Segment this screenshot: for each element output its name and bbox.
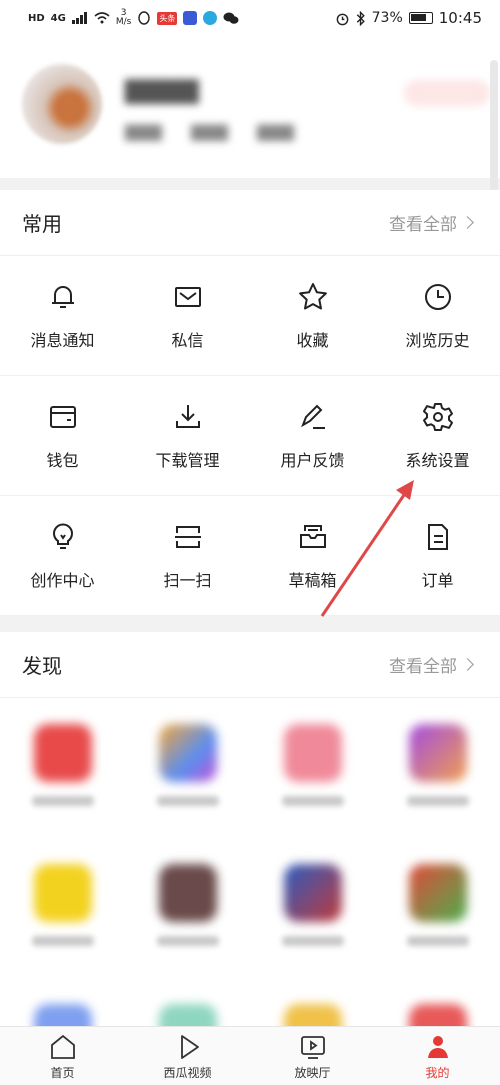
discover-app-tile[interactable] <box>375 978 500 1026</box>
download-icon <box>175 404 200 428</box>
tab-label: 我的 <box>425 1065 450 1080</box>
common-item-creator-center[interactable]: 创作中心 <box>0 496 125 616</box>
clock-icon <box>424 283 451 310</box>
common-item-label: 私信 <box>171 330 204 350</box>
chevron-right-icon <box>461 658 474 671</box>
bluetooth-icon <box>356 10 365 26</box>
common-item-drafts[interactable]: 草稿箱 <box>250 496 375 616</box>
common-item-label: 系统设置 <box>405 450 470 470</box>
discover-app-tile[interactable] <box>125 838 250 978</box>
common-item-favorites[interactable]: 收藏 <box>250 256 375 376</box>
me-icon <box>427 1035 448 1058</box>
common-item-notifications[interactable]: 消息通知 <box>0 256 125 376</box>
bottom-tab-bar: 首页 西瓜视频 放映厅 我的 <box>0 1026 500 1085</box>
tab-xigua-video[interactable]: 西瓜视频 <box>125 1027 250 1085</box>
status-bar: HD 4G 3 M/s 头条 73% 10:45 <box>0 0 500 36</box>
news-badge: 头条 <box>157 11 178 25</box>
common-item-orders[interactable]: 订单 <box>375 496 500 616</box>
tab-theater[interactable]: 放映厅 <box>250 1027 375 1085</box>
network-type: 4G <box>50 12 66 24</box>
see-all-discover-link[interactable]: 查看全部 <box>389 652 474 677</box>
document-icon <box>427 523 448 550</box>
common-item-wallet[interactable]: 钱包 <box>0 376 125 496</box>
pen-icon <box>300 404 325 429</box>
app-notification-icon <box>183 11 198 25</box>
clock-time: 10:45 <box>438 9 482 27</box>
discover-app-tile[interactable] <box>125 978 250 1026</box>
discover-app-tile[interactable] <box>375 698 500 838</box>
common-item-label: 消息通知 <box>30 330 95 350</box>
tab-label: 放映厅 <box>294 1065 331 1080</box>
common-item-label: 订单 <box>421 570 454 590</box>
discover-app-tile[interactable] <box>250 978 375 1026</box>
discover-app-tile[interactable] <box>250 698 375 838</box>
qq-icon <box>138 11 151 25</box>
common-item-scan[interactable]: 扫一扫 <box>125 496 250 616</box>
discover-app-tile[interactable] <box>0 698 125 838</box>
user-stats-blurred: ▇▇▇ ▇▇▇ ▇▇▇ <box>125 122 294 141</box>
common-item-label: 收藏 <box>296 330 329 350</box>
tab-label: 首页 <box>50 1065 75 1080</box>
alarm-icon <box>336 13 348 25</box>
username-blurred[interactable]: ▇▇▇▇ <box>125 76 199 104</box>
play-icon <box>180 1034 199 1059</box>
tab-me[interactable]: 我的 <box>375 1027 500 1085</box>
section-title-common: 常用 <box>22 212 62 236</box>
common-item-feedback[interactable]: 用户反馈 <box>250 376 375 496</box>
bell-icon <box>51 285 74 308</box>
avatar[interactable] <box>22 64 102 144</box>
scan-icon <box>174 525 201 548</box>
battery-percent: 73% <box>371 10 403 26</box>
profile-button-blurred[interactable] <box>404 80 490 106</box>
common-item-label: 草稿箱 <box>288 570 337 590</box>
common-item-settings[interactable]: 系统设置 <box>375 376 500 496</box>
home-icon <box>50 1034 75 1059</box>
browser-notification-icon <box>203 11 218 25</box>
profile-header[interactable]: ▇▇▇▇ ▇▇▇ ▇▇▇ ▇▇▇ ⋮ <box>0 36 500 178</box>
common-item-label: 创作中心 <box>30 570 95 590</box>
hd-indicator: HD <box>28 12 45 24</box>
discover-app-tile[interactable] <box>250 838 375 978</box>
wechat-icon <box>223 12 239 24</box>
common-item-label: 浏览历史 <box>405 330 470 350</box>
star-icon <box>298 282 327 309</box>
gear-icon <box>422 402 453 431</box>
bulb-icon <box>52 523 73 549</box>
battery-icon <box>408 12 433 24</box>
discover-app-tile[interactable] <box>0 838 125 978</box>
tab-home[interactable]: 首页 <box>0 1027 125 1085</box>
common-item-label: 用户反馈 <box>280 450 345 470</box>
discover-app-tile[interactable] <box>125 698 250 838</box>
discover-app-tile[interactable] <box>375 838 500 978</box>
tv-icon <box>300 1035 325 1059</box>
inbox-icon <box>299 524 326 548</box>
tab-label: 西瓜视频 <box>163 1065 212 1080</box>
signal-icon <box>71 12 87 24</box>
common-item-downloads[interactable]: 下载管理 <box>125 376 250 496</box>
see-all-common-link[interactable]: 查看全部 <box>389 210 474 235</box>
common-item-label: 扫一扫 <box>163 570 212 590</box>
common-item-messages[interactable]: 私信 <box>125 256 250 376</box>
chevron-right-icon <box>461 216 474 229</box>
discover-app-tile[interactable] <box>0 978 125 1026</box>
common-item-label: 钱包 <box>46 450 79 470</box>
section-title-discover: 发现 <box>22 654 62 678</box>
common-item-history[interactable]: 浏览历史 <box>375 256 500 376</box>
net-speed: 3 M/s <box>115 8 132 27</box>
discover-section: 发现 查看全部 <box>0 632 500 1026</box>
wifi-icon <box>94 12 110 24</box>
common-item-label: 下载管理 <box>155 450 220 470</box>
wallet-icon <box>49 405 76 428</box>
mail-icon <box>174 286 201 307</box>
common-section: 常用 查看全部 消息通知 私信 收藏 浏览历史 钱包 下载管理 用户反馈 系统设… <box>0 190 500 616</box>
